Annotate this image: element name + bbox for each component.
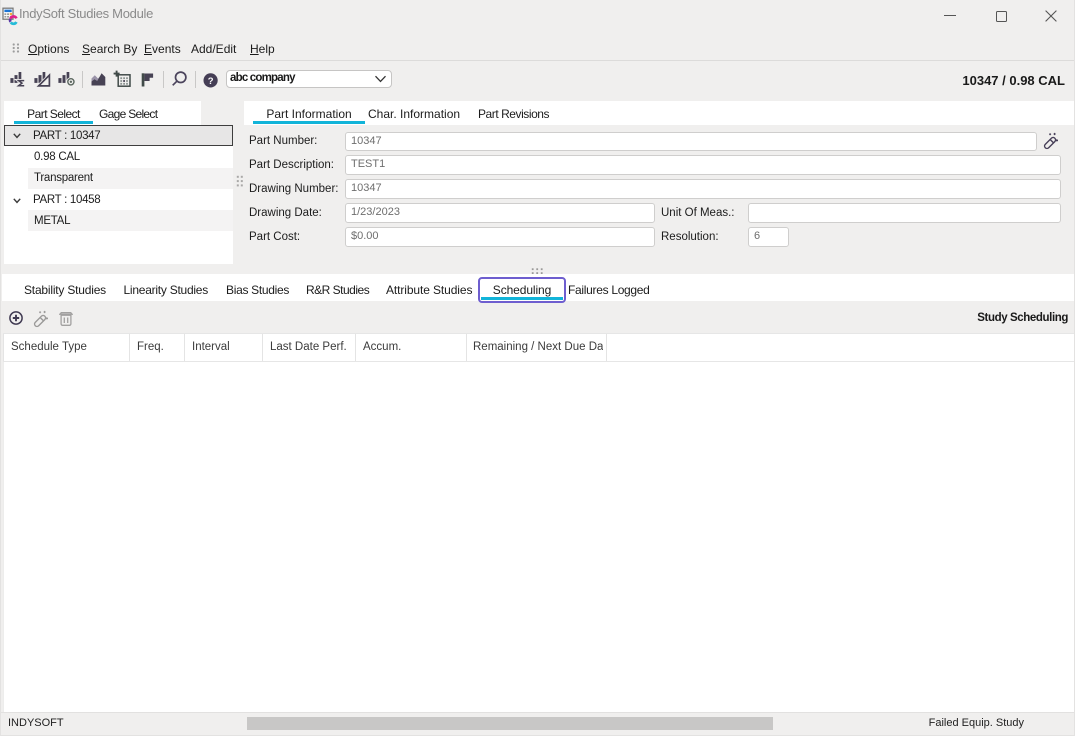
- svg-text:?: ?: [208, 76, 214, 87]
